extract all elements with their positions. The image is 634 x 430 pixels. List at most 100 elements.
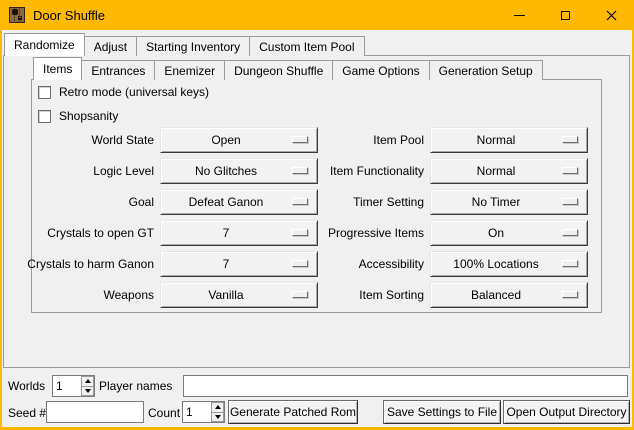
item-sorting-label: Item Sorting bbox=[305, 288, 430, 302]
tab-adjust[interactable]: Adjust bbox=[84, 36, 137, 56]
weapons-row: Weapons Vanilla bbox=[22, 282, 318, 308]
crystals-gt-dropdown[interactable]: 7 bbox=[160, 220, 318, 246]
progressive-items-dropdown[interactable]: On bbox=[430, 220, 588, 246]
item-pool-row: Item Pool Normal bbox=[305, 127, 588, 153]
dropdown-indicator-icon bbox=[562, 260, 578, 267]
progressive-items-label: Progressive Items bbox=[305, 226, 430, 240]
item-functionality-row: Item Functionality Normal bbox=[305, 158, 588, 184]
options-column-right: Item Pool Normal Item Functionality Norm… bbox=[305, 127, 588, 313]
item-pool-label: Item Pool bbox=[305, 133, 430, 147]
generate-patched-rom-button[interactable]: Generate Patched Rom bbox=[228, 400, 358, 424]
item-sorting-dropdown[interactable]: Balanced bbox=[430, 282, 588, 308]
maximize-button[interactable] bbox=[542, 0, 588, 30]
weapons-value: Vanilla bbox=[208, 288, 243, 302]
timer-setting-label: Timer Setting bbox=[305, 195, 430, 209]
save-settings-button[interactable]: Save Settings to File bbox=[383, 400, 501, 424]
logic-level-dropdown[interactable]: No Glitches bbox=[160, 158, 318, 184]
logic-level-label: Logic Level bbox=[22, 164, 160, 178]
item-pool-value: Normal bbox=[477, 133, 516, 147]
options-column-left: World State Open Logic Level No Glitches… bbox=[22, 127, 318, 313]
arrow-up-icon bbox=[85, 379, 91, 383]
tab-items[interactable]: Items bbox=[33, 57, 82, 80]
count-label: Count bbox=[148, 402, 180, 424]
dropdown-indicator-icon bbox=[562, 167, 578, 174]
window-title: Door Shuffle bbox=[33, 8, 105, 23]
world-state-label: World State bbox=[22, 133, 160, 147]
timer-setting-value: No Timer bbox=[472, 195, 521, 209]
player-names-label: Player names bbox=[99, 375, 172, 397]
door-icon bbox=[9, 7, 25, 23]
item-functionality-dropdown[interactable]: Normal bbox=[430, 158, 588, 184]
retro-mode-row: Retro mode (universal keys) bbox=[38, 85, 209, 99]
window-controls bbox=[496, 0, 634, 30]
minimize-icon bbox=[514, 15, 525, 16]
tab-starting-inventory[interactable]: Starting Inventory bbox=[136, 36, 250, 56]
world-state-row: World State Open bbox=[22, 127, 318, 153]
shopsanity-row: Shopsanity bbox=[38, 109, 118, 123]
seed-label: Seed # bbox=[8, 402, 46, 424]
item-sorting-row: Item Sorting Balanced bbox=[305, 282, 588, 308]
retro-mode-checkbox[interactable] bbox=[38, 86, 51, 99]
player-names-input[interactable] bbox=[183, 375, 628, 397]
timer-setting-dropdown[interactable]: No Timer bbox=[430, 189, 588, 215]
worlds-spinner bbox=[52, 375, 95, 397]
arrow-up-icon bbox=[215, 405, 221, 409]
dropdown-indicator-icon bbox=[562, 229, 578, 236]
retro-mode-label: Retro mode (universal keys) bbox=[59, 85, 209, 99]
crystals-ganon-dropdown[interactable]: 7 bbox=[160, 251, 318, 277]
count-input[interactable] bbox=[183, 402, 211, 422]
dropdown-indicator-icon bbox=[562, 291, 578, 298]
item-sorting-value: Balanced bbox=[471, 288, 521, 302]
crystals-gt-value: 7 bbox=[223, 226, 230, 240]
tab-game-options[interactable]: Game Options bbox=[332, 60, 429, 80]
count-spin-down-button[interactable] bbox=[211, 413, 224, 423]
worlds-spin-up-button[interactable] bbox=[81, 376, 94, 387]
progressive-items-value: On bbox=[488, 226, 504, 240]
goal-label: Goal bbox=[22, 195, 160, 209]
worlds-spin-down-button[interactable] bbox=[81, 387, 94, 397]
accessibility-value: 100% Locations bbox=[453, 257, 538, 271]
accessibility-dropdown[interactable]: 100% Locations bbox=[430, 251, 588, 277]
progressive-items-row: Progressive Items On bbox=[305, 220, 588, 246]
titlebar: Door Shuffle bbox=[0, 0, 634, 30]
goal-dropdown[interactable]: Defeat Ganon bbox=[160, 189, 318, 215]
item-functionality-label: Item Functionality bbox=[305, 164, 430, 178]
worlds-label: Worlds bbox=[8, 375, 45, 397]
crystals-gt-label: Crystals to open GT bbox=[22, 226, 160, 240]
count-spin-up-button[interactable] bbox=[211, 402, 224, 413]
open-output-directory-button[interactable]: Open Output Directory bbox=[503, 400, 630, 424]
count-spinner bbox=[182, 401, 225, 423]
outer-tab-bar: Randomize Adjust Starting Inventory Cust… bbox=[4, 33, 364, 56]
tab-entrances[interactable]: Entrances bbox=[81, 60, 155, 80]
close-icon bbox=[606, 10, 617, 21]
item-functionality-value: Normal bbox=[477, 164, 516, 178]
seed-input[interactable] bbox=[46, 401, 144, 423]
inner-tab-bar: Items Entrances Enemizer Dungeon Shuffle… bbox=[33, 57, 542, 80]
tab-custom-item-pool[interactable]: Custom Item Pool bbox=[249, 36, 364, 56]
count-spin-arrows bbox=[211, 402, 224, 422]
crystals-ganon-row: Crystals to harm Ganon 7 bbox=[22, 251, 318, 277]
timer-setting-row: Timer Setting No Timer bbox=[305, 189, 588, 215]
tab-enemizer[interactable]: Enemizer bbox=[154, 60, 225, 80]
crystals-gt-row: Crystals to open GT 7 bbox=[22, 220, 318, 246]
tab-dungeon-shuffle[interactable]: Dungeon Shuffle bbox=[224, 60, 333, 80]
minimize-button[interactable] bbox=[496, 0, 542, 30]
world-state-dropdown[interactable]: Open bbox=[160, 127, 318, 153]
crystals-ganon-value: 7 bbox=[223, 257, 230, 271]
tab-generation-setup[interactable]: Generation Setup bbox=[429, 60, 543, 80]
tab-randomize[interactable]: Randomize bbox=[4, 33, 85, 56]
item-pool-dropdown[interactable]: Normal bbox=[430, 127, 588, 153]
logic-level-row: Logic Level No Glitches bbox=[22, 158, 318, 184]
crystals-ganon-label: Crystals to harm Ganon bbox=[22, 257, 160, 271]
shopsanity-checkbox[interactable] bbox=[38, 110, 51, 123]
logic-level-value: No Glitches bbox=[195, 164, 257, 178]
dropdown-indicator-icon bbox=[562, 198, 578, 205]
accessibility-label: Accessibility bbox=[305, 257, 430, 271]
weapons-label: Weapons bbox=[22, 288, 160, 302]
worlds-input[interactable] bbox=[53, 376, 81, 396]
arrow-down-icon bbox=[215, 415, 221, 419]
weapons-dropdown[interactable]: Vanilla bbox=[160, 282, 318, 308]
worlds-spin-arrows bbox=[81, 376, 94, 396]
shopsanity-label: Shopsanity bbox=[59, 109, 118, 123]
close-button[interactable] bbox=[588, 0, 634, 30]
